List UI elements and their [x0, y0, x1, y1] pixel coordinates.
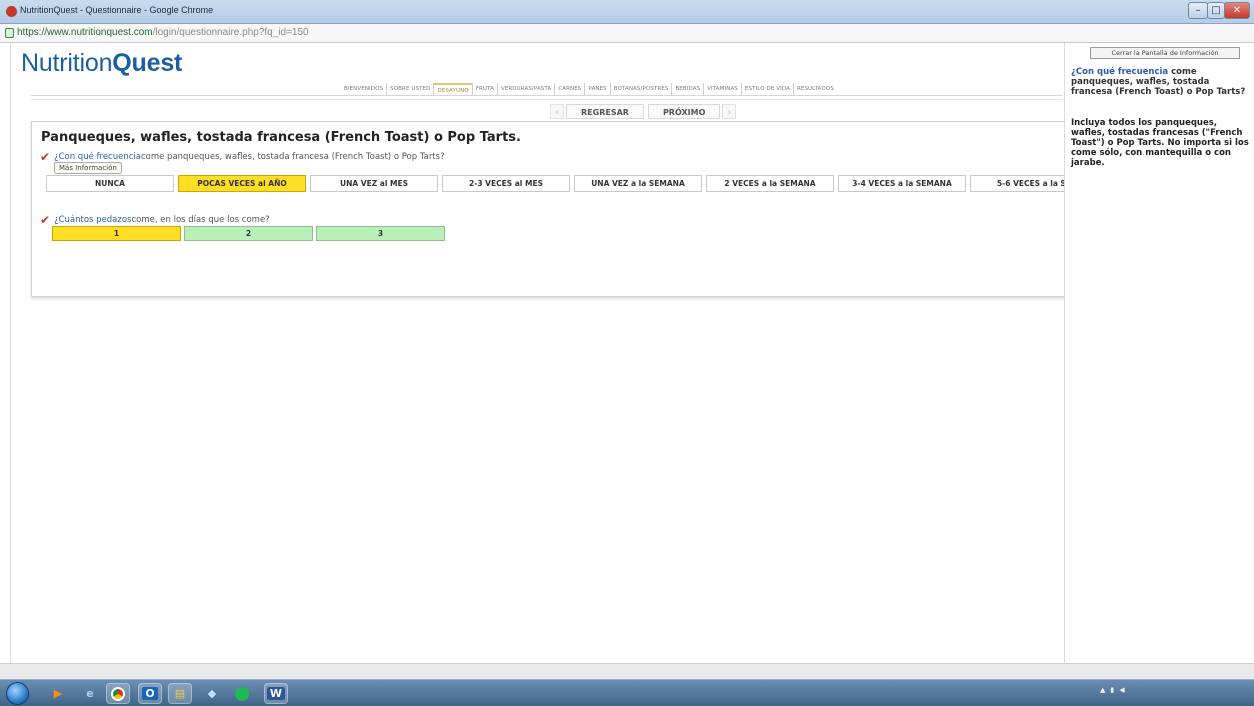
pager: ‹ REGRESAR PRÓXIMO › [550, 104, 737, 119]
close-icon: ✕ [1232, 5, 1242, 16]
portion-option[interactable]: 2 [184, 226, 313, 241]
frequency-option[interactable]: 3-4 VECES a la SEMANA [838, 175, 966, 192]
logo-part-nutrition: Nutrition [21, 49, 113, 77]
checkmark-icon: ✔ [40, 213, 51, 227]
question-panel: Panqueques, wafles, tostada francesa (Fr… [31, 121, 1098, 297]
frequency-option[interactable]: 2-3 VECES al MES [442, 175, 570, 192]
nav-divider-secondary [31, 99, 1063, 100]
portion-question-link[interactable]: ¿Cuántos pedazos [54, 215, 131, 225]
nav-divider [31, 95, 1063, 96]
portion-option[interactable]: 3 [316, 226, 445, 241]
frequency-options: NUNCA POCAS VECES al AÑO UNA VEZ al MES 2-3… [46, 175, 1102, 192]
window-title: NutritionQuest - Questionnaire - Google … [20, 5, 214, 15]
prev-arrow-icon[interactable]: ‹ [550, 104, 564, 119]
explorer-icon[interactable]: ▤ [168, 683, 192, 704]
site-favicon-icon [6, 6, 17, 17]
portion-options: 123 [52, 226, 448, 241]
close-window-button[interactable]: ✕ [1224, 2, 1250, 19]
portion-question-text: come, en los días que los come? [131, 215, 270, 225]
word-icon[interactable]: W [264, 683, 288, 704]
portion-option[interactable]: 1 [52, 226, 181, 241]
close-info-pane-button[interactable]: Cerrar la Pantalla de Información [1090, 47, 1240, 59]
start-button[interactable] [6, 682, 29, 705]
frequency-question-link[interactable]: ¿Con qué frecuencia [54, 152, 141, 162]
system-tray[interactable]: ▲ ▮ ◀ [1100, 686, 1125, 694]
chrome-icon[interactable] [106, 683, 130, 704]
frequency-option[interactable]: UNA VEZ a la SEMANA [574, 175, 702, 192]
network-icon[interactable]: ▮ [1110, 686, 1114, 694]
logo-part-quest: Quest [112, 49, 183, 77]
checkmark-icon: ✔ [40, 150, 51, 164]
windows-taskbar: ▶ e O ▤ ◆ W ▲ ▮ ◀ [0, 679, 1254, 706]
address-bar[interactable]: https://www.nutritionquest.com/login/que… [0, 24, 1254, 43]
info-pane-body: Incluya todos los panqueques, wafles, to… [1071, 118, 1249, 168]
tray-arrow-icon[interactable]: ▲ [1100, 686, 1105, 694]
info-pane-question: ¿Con qué frecuencia come panqueques, waf… [1071, 67, 1249, 97]
dropbox-icon[interactable]: ◆ [200, 683, 224, 704]
outlook-icon[interactable]: O [138, 683, 162, 704]
next-button[interactable]: PRÓXIMO [647, 104, 721, 119]
frequency-option[interactable]: 2 VECES a la SEMANA [706, 175, 834, 192]
info-question-highlight: ¿Con qué frecuencia [1071, 67, 1169, 77]
food-item-title: Panqueques, wafles, tostada francesa (Fr… [41, 130, 521, 145]
window-titlebar: NutritionQuest - Questionnaire - Google … [0, 0, 1254, 24]
url-host: https://www.nutritionquest.com [17, 27, 153, 38]
lock-icon [5, 28, 14, 38]
more-info-button[interactable]: Más Información [54, 162, 122, 174]
maximize-button[interactable]: □ [1207, 2, 1225, 19]
nutritionquest-logo[interactable]: NutritionQuest [21, 49, 182, 78]
spotify-icon[interactable] [230, 683, 254, 704]
frequency-option[interactable]: NUNCA [46, 175, 174, 192]
page-content: NutritionQuest BIENVENIDOS SOBRE USTED DES… [10, 43, 1098, 663]
frequency-option[interactable]: UNA VEZ al MES [310, 175, 438, 192]
screen: NutritionQuest - Questionnaire - Google … [0, 0, 1254, 706]
minimize-icon: – [1195, 5, 1201, 16]
back-button[interactable]: REGRESAR [566, 104, 644, 119]
ie-icon[interactable]: e [78, 683, 102, 704]
browser-bottom-strip [0, 663, 1254, 679]
url-text[interactable]: https://www.nutritionquest.com/login/que… [17, 27, 309, 38]
volume-icon[interactable]: ◀ [1119, 686, 1124, 694]
frequency-question-text: come panqueques, wafles, tostada frances… [140, 152, 445, 162]
url-path: /login/questionnaire.php?fq_id=150 [152, 27, 309, 38]
frequency-option[interactable]: POCAS VECES al AÑO [178, 175, 306, 192]
media-player-icon[interactable]: ▶ [46, 683, 70, 704]
portion-question: ✔ ¿Cuántos pedazos come, en los días que… [40, 213, 270, 227]
maximize-icon: □ [1211, 5, 1221, 16]
info-pane: Cerrar la Pantalla de Información ¿Con q… [1064, 43, 1254, 663]
next-arrow-icon[interactable]: › [722, 104, 737, 119]
minimize-button[interactable]: – [1188, 2, 1208, 19]
